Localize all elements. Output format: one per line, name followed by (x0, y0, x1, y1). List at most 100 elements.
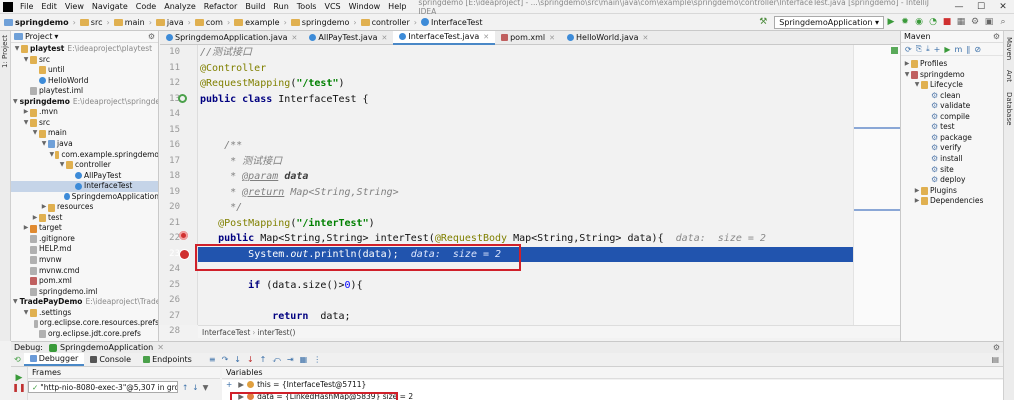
chevron-down-icon[interactable]: ▼ (31, 128, 39, 139)
search-icon[interactable]: ⌕ (996, 15, 1010, 29)
chevron-down-icon[interactable]: ▼ (913, 80, 921, 91)
project-tree-item[interactable]: ▶ test (11, 213, 158, 224)
panel-gear-icon[interactable]: ⚙ (993, 32, 1003, 41)
project-tree-item[interactable]: ▼ java (11, 139, 158, 150)
editor-tab[interactable]: SpringdemoApplication.java ✕ (160, 31, 303, 45)
step-into-icon[interactable]: ↓ (231, 355, 244, 364)
project-tree-item[interactable]: until (11, 65, 158, 76)
project-tree-item[interactable]: .gitignore (11, 234, 158, 245)
code-line[interactable]: @RequestMapping("/test") (200, 76, 345, 92)
maven-tree-item[interactable]: ▶ Dependencies (901, 196, 983, 207)
maven-tree-item[interactable]: ⚙ package (901, 133, 972, 144)
database-tool-button[interactable]: Database (1005, 92, 1013, 125)
maven-tool-button[interactable]: Maven (1005, 37, 1013, 60)
restore-layout-icon[interactable]: ▤ (991, 355, 1003, 364)
debug-tab-console[interactable]: Console (84, 353, 137, 366)
close-icon[interactable]: ✕ (381, 31, 387, 45)
thread-select[interactable]: ✓ "http-nio-8080-exec-3"@5,307 in group.… (28, 381, 178, 393)
chevron-down-icon[interactable]: ▼ (49, 150, 55, 161)
generate-sources-icon[interactable]: ⎘ (916, 44, 922, 54)
editor-tab[interactable]: InterfaceTest.java ✕ (393, 30, 496, 45)
editor-tab[interactable]: HelloWorld.java ✕ (561, 31, 654, 45)
show-execution-point-icon[interactable]: ≡ (206, 355, 219, 364)
close-icon[interactable]: ✕ (292, 31, 298, 45)
breadcrumb-item[interactable]: com (193, 18, 225, 27)
project-tree-item[interactable]: HELP.md (11, 244, 158, 255)
debug-icon[interactable]: ✹ (898, 15, 912, 29)
spring-bean-icon[interactable] (178, 94, 187, 103)
menu-item-help[interactable]: Help (384, 0, 410, 14)
project-tree-item[interactable]: ▼ main (11, 128, 158, 139)
chevron-down-icon[interactable]: ▼ (13, 97, 18, 108)
expand-arrow-icon[interactable]: ▶ (238, 380, 244, 389)
filter-icon[interactable]: ▼ (203, 383, 209, 392)
maven-tree-item[interactable]: ⚙ validate (901, 101, 970, 112)
project-tree-item[interactable]: InterfaceTest (11, 181, 158, 192)
panel-gear-icon[interactable]: ⚙ (148, 32, 158, 41)
add-watch-icon[interactable]: + (226, 380, 232, 389)
debug-tab-endpoints[interactable]: Endpoints (137, 353, 198, 366)
maven-tree-item[interactable]: ⚙ clean (901, 91, 960, 102)
download-icon[interactable]: ⤓ (926, 44, 930, 54)
profile-icon[interactable]: ◔ (926, 15, 940, 29)
chevron-down-icon[interactable]: ▼ (903, 70, 911, 81)
breadcrumb-item[interactable]: springdemo (2, 18, 71, 27)
chevron-down-icon[interactable]: ▼ (58, 160, 66, 171)
code-line[interactable]: //测试接口 (200, 45, 252, 61)
breadcrumb-item[interactable]: java (154, 18, 186, 27)
reload-icon[interactable]: ⟳ (905, 45, 912, 54)
close-icon[interactable]: ✕ (483, 30, 489, 44)
run-icon[interactable]: ▶ (944, 45, 950, 54)
breadcrumb-class[interactable]: InterfaceTest (202, 328, 250, 337)
menu-item-file[interactable]: File (16, 0, 37, 14)
project-tree-item[interactable]: ▶ target (11, 223, 158, 234)
project-tree-item[interactable]: ▼ com.example.springdemo (11, 150, 158, 161)
project-tree-item[interactable]: ▼ src (11, 55, 158, 66)
breadcrumb-item[interactable]: main (112, 18, 147, 27)
chevron-down-icon[interactable]: ▼ (22, 55, 30, 66)
settings-icon[interactable]: ⚙ (968, 15, 982, 29)
chevron-right-icon[interactable]: ▶ (31, 213, 39, 224)
chevron-right-icon[interactable]: ▶ (913, 196, 921, 207)
maven-tree-item[interactable]: ⚙ test (901, 122, 955, 133)
maven-tree-item[interactable]: ▼ Lifecycle (901, 80, 963, 91)
skip-tests-icon[interactable]: ⊘ (974, 45, 981, 54)
code-line[interactable]: * @return Map<String,String> (200, 185, 399, 201)
project-header-label[interactable]: Project (25, 32, 52, 41)
chevron-down-icon[interactable]: ▾ (54, 32, 58, 41)
code-line[interactable]: if (data.size()>0){ (200, 278, 362, 294)
maven-tree-item[interactable]: ▼ springdemo (901, 70, 965, 81)
menu-item-edit[interactable]: Edit (37, 0, 61, 14)
menu-item-run[interactable]: Run (269, 0, 292, 14)
breakpoint-icon[interactable] (179, 231, 188, 240)
coverage-icon[interactable]: ◉ (912, 15, 926, 29)
project-tree-item[interactable]: springdemo.iml (11, 287, 158, 298)
force-step-into-icon[interactable]: ↓ (244, 355, 257, 364)
project-tree-item[interactable]: playtest.iml (11, 86, 158, 97)
evaluate-expression-icon[interactable]: ▦ (297, 355, 311, 364)
chevron-down-icon[interactable]: ▼ (13, 297, 18, 308)
minimize-icon[interactable]: — (948, 2, 970, 12)
chevron-down-icon[interactable]: ▼ (22, 308, 30, 319)
breadcrumb-item[interactable]: example (232, 18, 281, 27)
up-arrow-icon[interactable]: ↑ (182, 383, 188, 392)
resume-icon[interactable]: ▶ (11, 373, 27, 383)
project-tree-item[interactable]: ▼ playtest E:\ideaproject\playtest (11, 44, 158, 55)
run-to-cursor-icon[interactable]: ⇥ (284, 355, 297, 364)
maven-tree-item[interactable]: ⚙ install (901, 154, 963, 165)
project-tree-item[interactable]: HelloWorld (11, 76, 158, 87)
debug-tab-debugger[interactable]: Debugger (23, 353, 85, 366)
project-tree-item[interactable]: pom.xml (11, 276, 158, 287)
maven-tree-item[interactable]: ⚙ verify (901, 143, 961, 154)
editor-tab[interactable]: AllPayTest.java ✕ (303, 31, 393, 45)
code-line[interactable]: * 测试接口 (200, 154, 282, 170)
trace-icon[interactable]: ⋮ (310, 355, 324, 364)
maven-tree-item[interactable]: ▶ Plugins (901, 186, 957, 197)
project-tree-item[interactable]: mvnw.cmd (11, 266, 158, 277)
hammer-icon[interactable]: ⚒ (756, 15, 770, 29)
project-structure-icon[interactable]: ▦ (954, 15, 968, 29)
inspection-ok-icon[interactable] (891, 47, 898, 54)
close-icon[interactable]: ✕ (992, 2, 1014, 12)
code-line[interactable]: @PostMapping("/interTest") (200, 216, 375, 232)
step-over-icon[interactable]: ↷ (219, 355, 232, 364)
